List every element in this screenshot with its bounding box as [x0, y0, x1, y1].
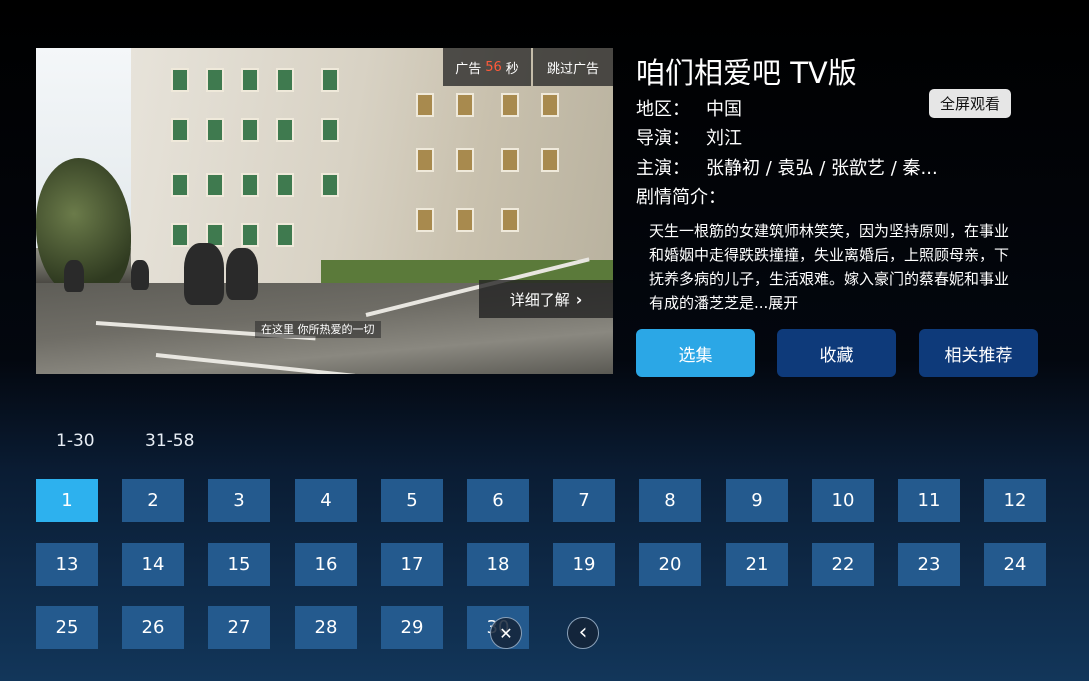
episode-tile[interactable]: 7	[553, 479, 615, 522]
episode-tile[interactable]: 29	[381, 606, 443, 649]
episode-tile[interactable]: 17	[381, 543, 443, 586]
episode-tile[interactable]: 3	[208, 479, 270, 522]
episode-tile[interactable]: 6	[467, 479, 529, 522]
video-frame-rider	[226, 248, 258, 300]
range-tab-31-58[interactable]: 31-58	[145, 431, 194, 451]
director-label: 导演：	[636, 128, 690, 149]
synopsis-label: 剧情简介：	[636, 187, 726, 208]
cast-label: 主演：	[636, 158, 690, 179]
episode-tile[interactable]: 13	[36, 543, 98, 586]
show-title: 咱们相爱吧 TV版	[636, 56, 857, 90]
video-frame-rider	[131, 260, 149, 290]
synopsis-text[interactable]: 天生一根筋的女建筑师林笑笑，因为坚持原则，在事业和婚姻中走得跌跌撞撞，失业离婚后…	[649, 219, 1019, 315]
close-icon[interactable]: ✕	[490, 617, 522, 649]
episode-tile[interactable]: 18	[467, 543, 529, 586]
episode-tile[interactable]: 22	[812, 543, 874, 586]
region-value: 中国	[706, 99, 742, 120]
favorite-button[interactable]: 收藏	[777, 329, 896, 377]
more-details-label: 详细了解	[509, 290, 570, 309]
skip-ad-button[interactable]: 跳过广告	[533, 48, 613, 86]
episode-tile[interactable]: 20	[639, 543, 701, 586]
episode-tile[interactable]: 15	[208, 543, 270, 586]
episode-tile[interactable]: 16	[295, 543, 357, 586]
episode-tile[interactable]: 12	[984, 479, 1046, 522]
related-button[interactable]: 相关推荐	[919, 329, 1038, 377]
episode-tile[interactable]: 2	[122, 479, 184, 522]
episode-tile[interactable]: 19	[553, 543, 615, 586]
range-tab-1-30[interactable]: 1-30	[56, 431, 95, 451]
episode-tile[interactable]: 5	[381, 479, 443, 522]
episode-tile[interactable]: 21	[726, 543, 788, 586]
ad-unit: 秒	[505, 61, 519, 77]
ad-label: 广告	[455, 61, 482, 77]
episode-tile[interactable]: 11	[898, 479, 960, 522]
episode-tile[interactable]: 25	[36, 606, 98, 649]
episode-tile[interactable]: 1	[36, 479, 98, 522]
episode-tile[interactable]: 28	[295, 606, 357, 649]
episode-tile[interactable]: 9	[726, 479, 788, 522]
video-frame-rider	[184, 243, 224, 305]
episode-tile[interactable]: 24	[984, 543, 1046, 586]
episode-tile[interactable]: 26	[122, 606, 184, 649]
episode-tile[interactable]: 10	[812, 479, 874, 522]
cast-row: 主演： 张静初 / 袁弘 / 张歆艺 / 秦...	[636, 154, 938, 180]
more-details-button[interactable]: 详细了解 ›	[479, 280, 613, 318]
episode-tile[interactable]: 14	[122, 543, 184, 586]
cast-value: 张静初 / 袁弘 / 张歆艺 / 秦...	[706, 158, 938, 179]
select-episode-button[interactable]: 选集	[636, 329, 755, 377]
episode-tile[interactable]: 23	[898, 543, 960, 586]
back-icon[interactable]: ‹	[567, 617, 599, 649]
region-label: 地区：	[636, 99, 690, 120]
video-subtitle: 在这里 你所热爱的一切	[255, 321, 381, 338]
fullscreen-button[interactable]: 全屏观看	[929, 89, 1011, 118]
ad-countdown-badge: 广告 56 秒	[443, 48, 531, 86]
chevron-right-icon: ›	[575, 289, 583, 309]
episode-tile[interactable]: 8	[639, 479, 701, 522]
episode-tile[interactable]: 4	[295, 479, 357, 522]
video-frame-rider	[64, 260, 84, 292]
region-row: 地区： 中国	[636, 95, 742, 121]
episode-tile[interactable]: 27	[208, 606, 270, 649]
director-row: 导演： 刘江	[636, 124, 742, 150]
ad-seconds: 56	[485, 59, 502, 75]
director-value: 刘江	[706, 128, 742, 149]
